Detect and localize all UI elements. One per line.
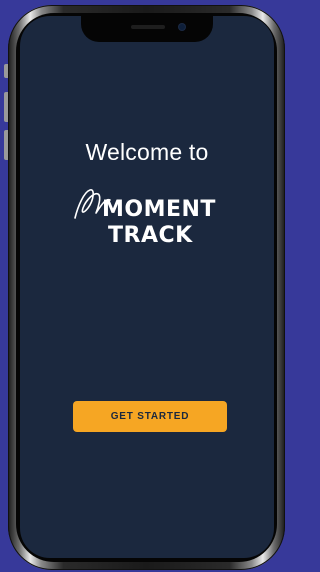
get-started-button[interactable]: GET STARTED: [73, 401, 227, 432]
welcome-heading: Welcome to: [85, 139, 209, 165]
logo-word-track: TRACK: [108, 223, 193, 248]
side-button-volume-up: [4, 92, 8, 122]
side-button-volume-down: [4, 130, 8, 160]
camera-icon: [179, 24, 185, 30]
side-button-mute: [4, 64, 8, 78]
app-logo: MOMENT TRACK: [72, 184, 232, 254]
phone-notch: [81, 16, 213, 42]
app-screen: Welcome to MOMENT TRACK GET STARTED: [20, 16, 274, 558]
speaker-grille: [131, 25, 165, 29]
logo-word-moment: MOMENT: [102, 197, 216, 222]
